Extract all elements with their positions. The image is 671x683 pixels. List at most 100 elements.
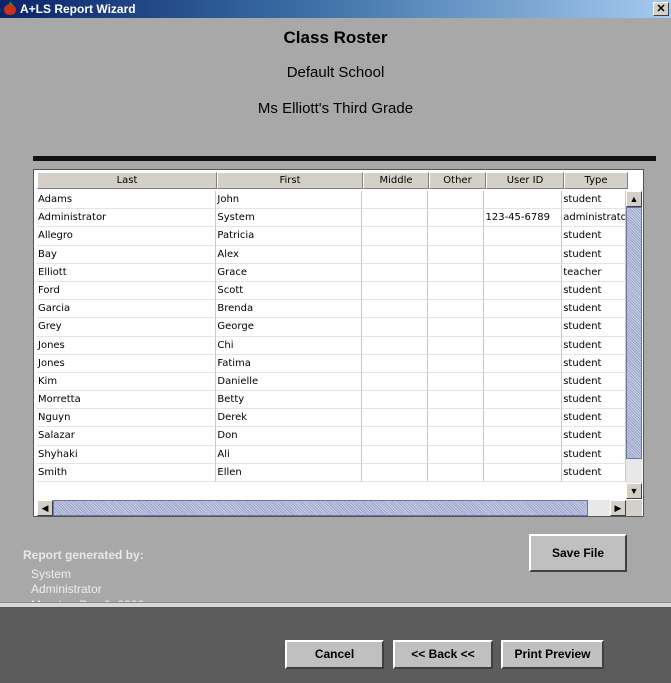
back-button[interactable]: << Back <<	[393, 640, 493, 669]
cell-other	[427, 300, 485, 319]
cell-middle	[361, 300, 428, 319]
table-row[interactable]: Bay Alex student	[37, 245, 626, 264]
cell-user-id	[484, 445, 563, 464]
cell-last: Allegro	[37, 227, 217, 246]
save-file-button[interactable]: Save File	[529, 534, 627, 572]
cell-middle	[361, 263, 428, 282]
cell-first: Alex	[216, 245, 362, 264]
table-row[interactable]: Garcia Brenda student	[37, 300, 626, 319]
cell-first: Grace	[216, 263, 362, 282]
cell-type: student	[562, 463, 626, 482]
cell-other	[427, 245, 485, 264]
table-row[interactable]: Salazar Don student	[37, 427, 626, 446]
cell-first: System	[216, 209, 362, 228]
scroll-right-icon[interactable]: ▶	[610, 500, 626, 516]
table-row[interactable]: Elliott Grace teacher	[37, 263, 626, 282]
table-row[interactable]: Kim Danielle student	[37, 372, 626, 392]
cell-user-id	[484, 227, 563, 246]
cell-first: Ellen	[216, 463, 362, 482]
cancel-button[interactable]: Cancel	[285, 640, 384, 669]
cell-type: student	[562, 336, 626, 355]
cell-other	[427, 463, 485, 482]
column-header-middle[interactable]: Middle	[363, 172, 429, 189]
table-row[interactable]: Adams John student	[37, 191, 626, 210]
generated-by-role: Administrator	[31, 582, 102, 596]
cell-user-id	[484, 191, 563, 210]
class-name: Ms Elliott's Third Grade	[257, 100, 414, 117]
cell-other	[427, 281, 485, 301]
cell-user-id	[484, 409, 563, 428]
cell-first: John	[216, 191, 362, 210]
title-bar: A+LS Report Wizard ✕	[0, 0, 671, 18]
table-row[interactable]: Nguyn Derek student	[37, 409, 626, 428]
horizontal-scrollbar[interactable]: ◀ ▶	[37, 500, 626, 516]
cell-middle	[361, 318, 428, 337]
cell-user-id	[484, 263, 563, 282]
table-row[interactable]: Jones Chi student	[37, 336, 626, 355]
cell-first: Ali	[216, 445, 362, 464]
cell-first: George	[216, 318, 362, 337]
generated-by-name: System	[31, 567, 72, 581]
vertical-scrollbar[interactable]: ▲ ▼	[626, 191, 642, 499]
cell-middle	[361, 409, 428, 428]
window-title: A+LS Report Wizard	[20, 2, 136, 16]
divider-rule	[33, 156, 656, 161]
cell-type: student	[562, 300, 626, 319]
table-row[interactable]: Morretta Betty student	[37, 391, 626, 410]
cell-other	[427, 209, 485, 228]
roster-table: Last First Middle Other User ID Type Ada…	[33, 169, 644, 517]
cell-middle	[361, 427, 428, 446]
table-row[interactable]: Grey George student	[37, 318, 626, 337]
cell-type: student	[562, 409, 626, 428]
cell-other	[427, 372, 485, 392]
table-row[interactable]: Jones Fatima student	[37, 354, 626, 373]
vertical-scroll-thumb[interactable]	[626, 207, 642, 459]
generated-by-label: Report generated by:	[23, 548, 144, 562]
cell-user-id	[484, 427, 563, 446]
cell-first: Brenda	[216, 300, 362, 319]
cell-type: student	[562, 391, 626, 410]
cell-type: student	[562, 354, 626, 373]
cell-user-id	[484, 300, 563, 319]
cell-user-id	[484, 318, 563, 337]
cell-other	[427, 227, 485, 246]
table-row[interactable]: Smith Ellen student	[37, 463, 626, 482]
table-row[interactable]: Ford Scott student	[37, 281, 626, 301]
column-header-other[interactable]: Other	[429, 172, 486, 189]
column-header-type[interactable]: Type	[564, 172, 628, 189]
cell-type: student	[562, 227, 626, 246]
cell-type: student	[562, 281, 626, 301]
close-button[interactable]: ✕	[653, 2, 669, 16]
cell-first: Danielle	[216, 372, 362, 392]
cell-last: Grey	[37, 318, 217, 337]
scroll-up-icon[interactable]: ▲	[626, 191, 642, 207]
table-row[interactable]: Allegro Patricia student	[37, 227, 626, 246]
cell-user-id	[484, 463, 563, 482]
print-preview-button[interactable]: Print Preview	[501, 640, 604, 669]
cell-middle	[361, 336, 428, 355]
scroll-down-icon[interactable]: ▼	[626, 483, 642, 499]
column-header-last[interactable]: Last	[37, 172, 217, 189]
cell-last: Ford	[37, 281, 217, 301]
cell-type: student	[562, 245, 626, 264]
column-header-user-id[interactable]: User ID	[486, 172, 564, 189]
cell-other	[427, 336, 485, 355]
cell-last: Jones	[37, 336, 217, 355]
cell-middle	[361, 191, 428, 210]
cell-first: Don	[216, 427, 362, 446]
scroll-left-icon[interactable]: ◀	[37, 500, 53, 516]
cell-user-id	[484, 354, 563, 373]
horizontal-scroll-thumb[interactable]	[53, 500, 588, 516]
school-name: Default School	[286, 64, 385, 81]
table-row[interactable]: Administrator System 123-45-6789 administra…	[37, 209, 626, 228]
cell-other	[427, 445, 485, 464]
cell-last: Elliott	[37, 263, 217, 282]
table-row[interactable]: Shyhaki Ali student	[37, 445, 626, 464]
cell-other	[427, 191, 485, 210]
cell-middle	[361, 354, 428, 373]
column-header-first[interactable]: First	[217, 172, 363, 189]
cell-type: teacher	[562, 263, 626, 282]
cell-middle	[361, 391, 428, 410]
cell-last: Adams	[37, 191, 217, 210]
report-area: Class Roster Default School Ms Elliott's…	[0, 18, 671, 612]
